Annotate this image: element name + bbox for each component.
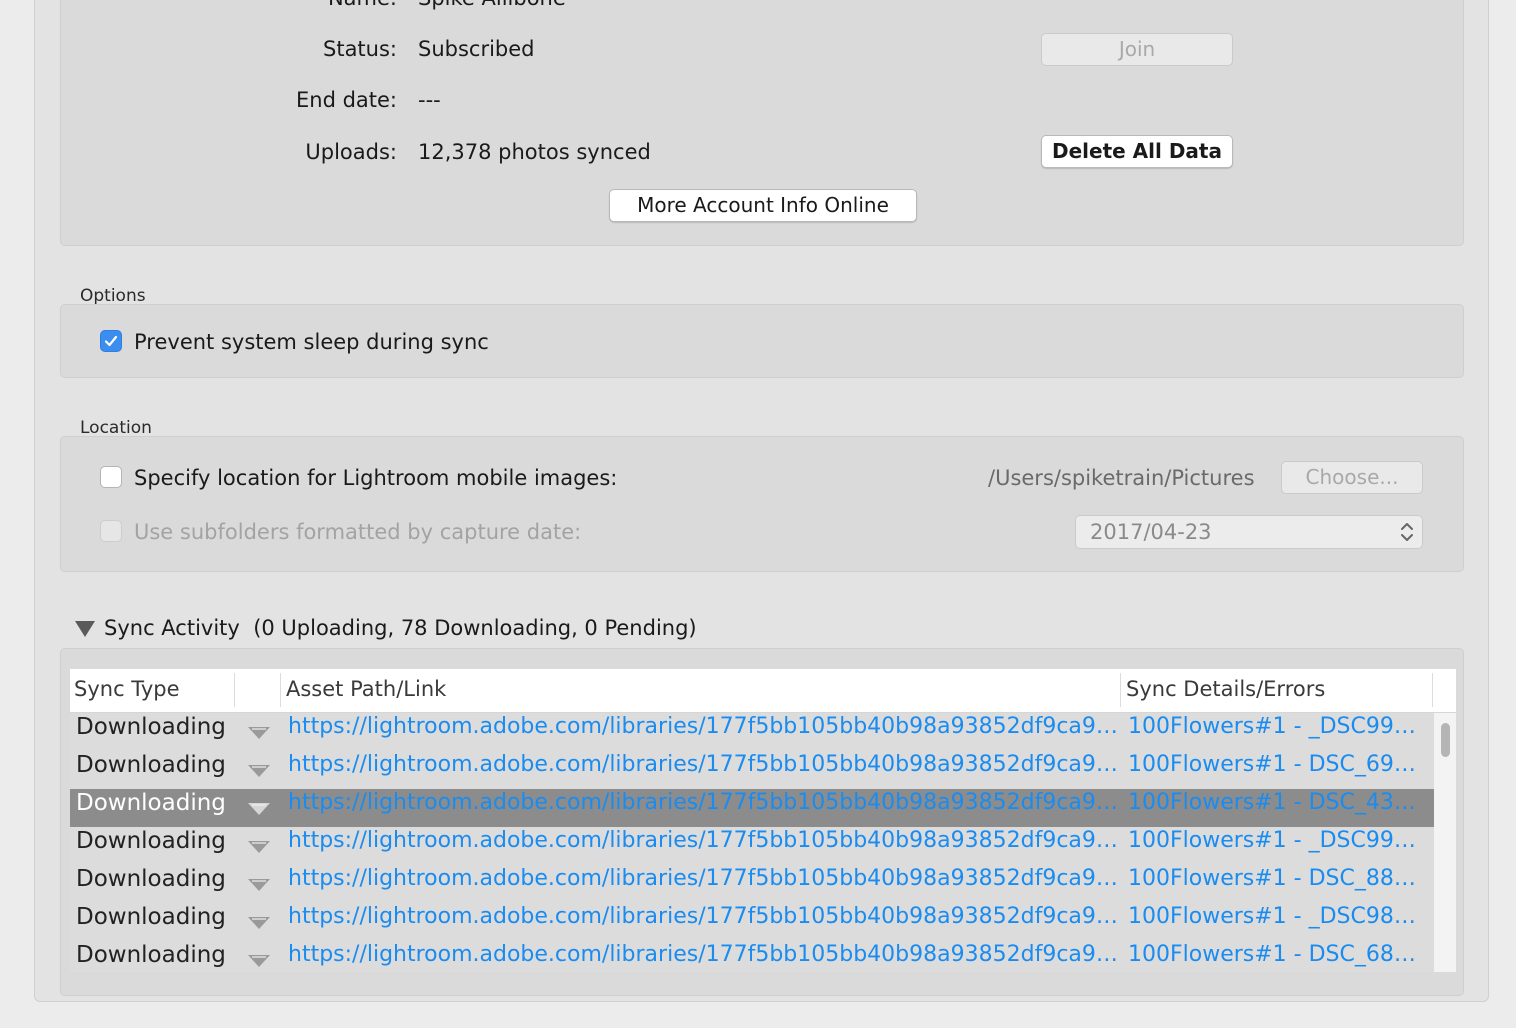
column-divider[interactable] [1432,673,1433,707]
subfolders-label: Use subfolders formatted by capture date… [134,520,582,544]
asset-link[interactable]: https://lightroom.adobe.com/libraries/17… [288,790,1118,815]
delete-all-data-button[interactable]: Delete All Data [1041,135,1233,168]
more-account-info-button[interactable]: More Account Info Online [609,189,917,222]
checkmark-icon [104,335,118,347]
download-arrow-icon [248,917,270,929]
download-arrow-icon [248,727,270,739]
location-path: /Users/spiketrain/Pictures [988,466,1255,490]
sync-type-cell: Downloading [76,714,226,740]
download-arrow-icon [248,841,270,853]
table-row[interactable]: Downloading https://lightroom.adobe.com/l… [70,789,1434,827]
date-format-select[interactable]: 2017/04-23 [1075,515,1423,549]
name-value: Spike Allibone [418,0,566,10]
prevent-sleep-label[interactable]: Prevent system sleep during sync [134,330,489,354]
table-row[interactable]: Downloading https://lightroom.adobe.com/l… [70,941,1434,972]
download-arrow-icon [248,765,270,777]
download-arrow-icon [248,803,270,815]
download-arrow-icon [248,955,270,967]
date-format-value: 2017/04-23 [1090,520,1212,544]
join-button[interactable]: Join [1041,33,1233,66]
end-date-value: --- [418,88,441,112]
sync-activity-header[interactable]: Sync Activity (0 Uploading, 78 Downloadi… [104,616,697,640]
uploads-label: Uploads: [305,140,397,164]
location-group [60,436,1464,572]
table-row[interactable]: Downloading https://lightroom.adobe.com/l… [70,827,1434,865]
sync-activity-summary: (0 Uploading, 78 Downloading, 0 Pending) [253,616,697,640]
status-value: Subscribed [418,37,535,61]
column-header-sync-details[interactable]: Sync Details/Errors [1126,677,1325,701]
asset-link[interactable]: https://lightroom.adobe.com/libraries/17… [288,942,1118,967]
sync-type-cell: Downloading [76,790,226,816]
sync-details-link[interactable]: 100Flowers#1 - DSC_6811… [1128,942,1422,967]
column-header-asset-path[interactable]: Asset Path/Link [286,677,446,701]
table-header: Sync Type Asset Path/Link Sync Details/E… [70,669,1456,713]
subfolders-checkbox[interactable] [100,520,122,542]
specify-location-checkbox[interactable] [100,466,122,488]
sync-activity-title: Sync Activity [104,616,240,640]
sync-details-link[interactable]: 100Flowers#1 - DSC_6930… [1128,752,1422,777]
table-row[interactable]: Downloading https://lightroom.adobe.com/l… [70,865,1434,903]
scrollbar-thumb[interactable] [1441,723,1450,757]
column-divider[interactable] [1120,673,1121,707]
asset-link[interactable]: https://lightroom.adobe.com/libraries/17… [288,866,1118,891]
end-date-label: End date: [295,88,397,112]
table-row[interactable]: Downloading https://lightroom.adobe.com/l… [70,713,1434,751]
sync-details-link[interactable]: 100Flowers#1 - _DSC9944… [1128,714,1422,739]
sync-type-cell: Downloading [76,866,226,892]
name-label: Name: [67,0,397,10]
table-row[interactable]: Downloading https://lightroom.adobe.com/l… [70,903,1434,941]
asset-link[interactable]: https://lightroom.adobe.com/libraries/17… [288,828,1118,853]
specify-location-label[interactable]: Specify location for Lightroom mobile im… [134,466,617,490]
vertical-scrollbar[interactable] [1434,713,1456,972]
column-divider[interactable] [280,673,281,707]
location-title: Location [80,418,152,438]
updown-chevron-icon [1401,523,1413,541]
asset-link[interactable]: https://lightroom.adobe.com/libraries/17… [288,904,1118,929]
asset-link[interactable]: https://lightroom.adobe.com/libraries/17… [288,714,1118,739]
sync-activity-table: Sync Type Asset Path/Link Sync Details/E… [70,669,1456,972]
download-arrow-icon [248,879,270,891]
asset-link[interactable]: https://lightroom.adobe.com/libraries/17… [288,752,1118,777]
column-header-sync-type[interactable]: Sync Type [74,677,180,701]
sync-type-cell: Downloading [76,904,226,930]
sync-details-link[interactable]: 100Flowers#1 - _DSC9998… [1128,828,1422,853]
table-row[interactable]: Downloading https://lightroom.adobe.com/l… [70,751,1434,789]
status-label: Status: [323,37,397,61]
sync-type-cell: Downloading [76,828,226,854]
sync-details-link[interactable]: 100Flowers#1 - DSC_4302… [1128,790,1422,815]
sync-type-cell: Downloading [76,942,226,968]
disclosure-triangle-icon[interactable] [74,620,96,638]
sync-details-link[interactable]: 100Flowers#1 - DSC_8867… [1128,866,1422,891]
column-divider[interactable] [234,673,235,707]
sync-details-link[interactable]: 100Flowers#1 - _DSC9897… [1128,904,1422,929]
choose-button[interactable]: Choose... [1281,461,1423,494]
uploads-value: 12,378 photos synced [418,140,651,164]
options-title: Options [80,286,146,306]
prevent-sleep-checkbox[interactable] [100,330,122,352]
sync-type-cell: Downloading [76,752,226,778]
